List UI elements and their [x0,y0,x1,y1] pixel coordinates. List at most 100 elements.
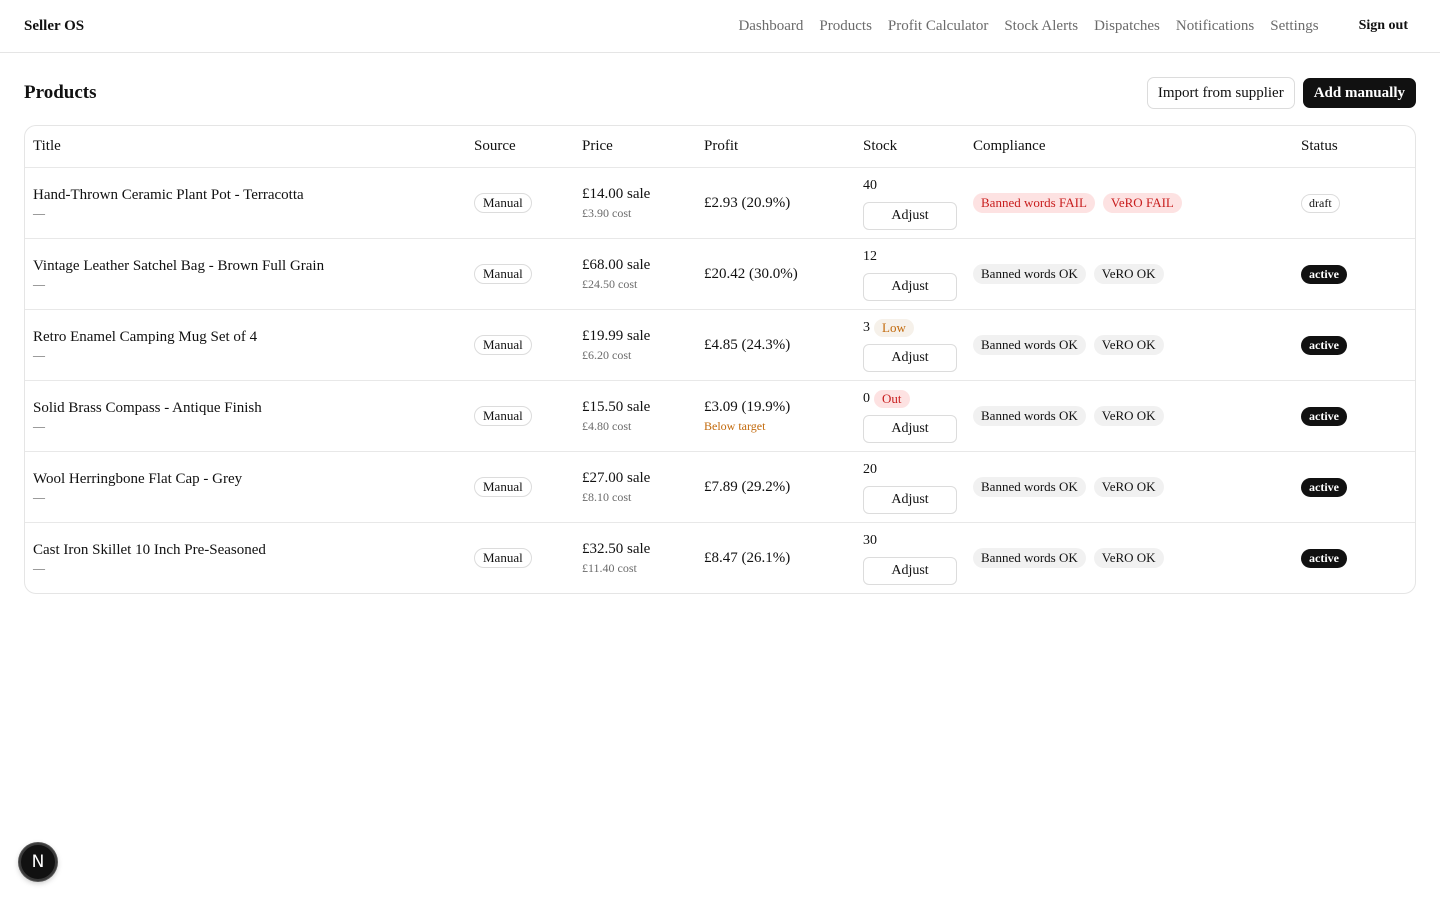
product-subtitle: — [33,419,45,433]
adjust-stock-button[interactable]: Adjust [863,486,957,514]
status-cell: active [1293,406,1415,426]
stock-count: 3 [863,320,870,335]
profit-value: £8.47 (26.1%) [704,549,791,566]
adjust-stock-button[interactable]: Adjust [863,202,957,230]
cost-price: £24.50 cost [582,276,638,291]
product-title-cell: Vintage Leather Satchel Bag - Brown Full… [25,258,466,290]
product-subtitle: — [33,206,45,220]
sale-price: £68.00 sale [582,256,651,273]
adjust-stock-button[interactable]: Adjust [863,344,957,372]
nav-stock-alerts[interactable]: Stock Alerts [1004,18,1078,35]
nav-settings[interactable]: Settings [1270,18,1318,35]
cost-price: £3.90 cost [582,205,632,220]
source-badge: Manual [474,548,532,568]
stock-cell: 20 Adjust [855,460,965,514]
compliance-cell: Banned words OK VeRO OK [965,406,1293,426]
vero-badge: VeRO OK [1093,477,1164,497]
sale-price: £19.99 sale [582,327,651,344]
nav-dashboard[interactable]: Dashboard [738,18,803,35]
status-badge: active [1301,548,1347,568]
product-title[interactable]: Retro Enamel Camping Mug Set of 4 [33,329,466,346]
profit-value: £20.42 (30.0%) [704,265,798,282]
nav-dispatches[interactable]: Dispatches [1094,18,1160,35]
stock-cell: 3 Low Adjust [855,318,965,372]
source-badge: Manual [474,193,532,213]
status-badge: draft [1301,193,1340,213]
price-cell: £32.50 sale £11.40 cost [574,541,696,576]
product-title[interactable]: Cast Iron Skillet 10 Inch Pre-Seasoned [33,542,466,559]
profit-cell: £7.89 (29.2%) [696,479,855,496]
product-title[interactable]: Hand-Thrown Ceramic Plant Pot - Terracot… [33,187,466,204]
profit-cell: £2.93 (20.9%) [696,195,855,212]
vero-badge: VeRO FAIL [1102,193,1182,213]
table-row[interactable]: Wool Herringbone Flat Cap - Grey — Manual £… [25,451,1415,522]
column-header-price[interactable]: Price [574,138,696,155]
next-n-icon: N [31,852,45,872]
adjust-stock-button[interactable]: Adjust [863,557,957,585]
product-title[interactable]: Solid Brass Compass - Antique Finish [33,400,466,417]
stock-count: 20 [863,462,877,477]
compliance-cell: Banned words OK VeRO OK [965,548,1293,568]
sign-out-button[interactable]: Sign out [1351,14,1416,38]
main-nav: Dashboard Products Profit Calculator Sto… [738,18,1318,35]
cost-price: £6.20 cost [582,347,632,362]
product-title[interactable]: Wool Herringbone Flat Cap - Grey [33,471,466,488]
product-subtitle: — [33,348,45,362]
banned-words-badge: Banned words OK [973,477,1086,497]
table-row[interactable]: Cast Iron Skillet 10 Inch Pre-Seasoned — M… [25,522,1415,593]
stock-cell: 0 Out Adjust [855,389,965,443]
column-header-status[interactable]: Status [1293,138,1415,155]
table-row[interactable]: Retro Enamel Camping Mug Set of 4 — Manual… [25,309,1415,380]
banned-words-badge: Banned words OK [973,548,1086,568]
price-cell: £27.00 sale £8.10 cost [574,470,696,505]
column-header-stock[interactable]: Stock [855,138,965,155]
source-cell: Manual [466,548,574,568]
price-cell: £19.99 sale £6.20 cost [574,328,696,363]
source-cell: Manual [466,335,574,355]
adjust-stock-button[interactable]: Adjust [863,415,957,443]
vero-badge: VeRO OK [1093,548,1164,568]
column-header-compliance[interactable]: Compliance [965,138,1293,155]
product-title[interactable]: Vintage Leather Satchel Bag - Brown Full… [33,258,466,275]
table-row[interactable]: Vintage Leather Satchel Bag - Brown Full… [25,238,1415,309]
source-cell: Manual [466,477,574,497]
status-cell: draft [1293,193,1415,213]
source-badge: Manual [474,264,532,284]
sale-price: £14.00 sale [582,185,651,202]
product-subtitle: — [33,561,45,575]
adjust-stock-button[interactable]: Adjust [863,273,957,301]
table-row[interactable]: Solid Brass Compass - Antique Finish — Man… [25,380,1415,451]
stock-count: 12 [863,249,877,264]
source-cell: Manual [466,406,574,426]
stock-cell: 12 Adjust [855,247,965,301]
product-title-cell: Retro Enamel Camping Mug Set of 4 — [25,329,466,361]
profit-cell: £4.85 (24.3%) [696,337,855,354]
brand-logo[interactable]: Seller OS [24,18,84,35]
price-cell: £68.00 sale £24.50 cost [574,257,696,292]
nav-products[interactable]: Products [819,18,872,35]
nav-profit-calculator[interactable]: Profit Calculator [888,18,988,35]
page-actions: Import from supplier Add manually [1146,77,1416,109]
vero-badge: VeRO OK [1093,335,1164,355]
column-header-title[interactable]: Title [25,138,466,155]
banned-words-badge: Banned words FAIL [973,193,1095,213]
status-cell: active [1293,264,1415,284]
profit-value: £4.85 (24.3%) [704,336,791,353]
column-header-profit[interactable]: Profit [696,138,855,155]
next-dev-tools-button[interactable]: N [19,843,57,881]
profit-warning: Below target [704,418,766,433]
compliance-cell: Banned words OK VeRO OK [965,335,1293,355]
product-title-cell: Solid Brass Compass - Antique Finish — [25,400,466,432]
add-manually-button[interactable]: Add manually [1302,78,1416,108]
stock-count: 0 [863,391,870,406]
nav-notifications[interactable]: Notifications [1176,18,1254,35]
profit-value: £2.93 (20.9%) [704,194,791,211]
profit-value: £7.89 (29.2%) [704,478,791,495]
table-body: Hand-Thrown Ceramic Plant Pot - Terracot… [25,167,1415,593]
profit-value: £3.09 (19.9%) [704,398,791,415]
table-row[interactable]: Hand-Thrown Ceramic Plant Pot - Terracot… [25,167,1415,238]
products-table: Title Source Price Profit Stock Complian… [24,125,1416,594]
table-header-row: Title Source Price Profit Stock Complian… [25,126,1415,167]
column-header-source[interactable]: Source [466,138,574,155]
import-from-supplier-button[interactable]: Import from supplier [1146,77,1295,109]
